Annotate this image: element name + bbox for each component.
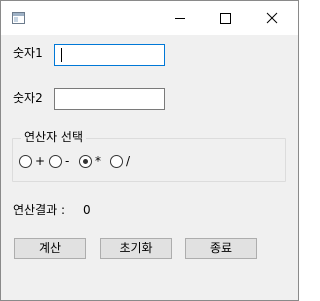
radio-selected-dot [83,159,88,164]
minimize-icon [175,18,185,19]
number1-label: 숫자1 [13,46,43,60]
text-caret [61,48,62,62]
calculate-button[interactable]: 계산 [14,238,86,259]
radio-minus-circle[interactable] [49,155,62,168]
minimize-button[interactable] [156,1,202,35]
radio-multiply-label: * [95,154,101,168]
number1-input[interactable] [54,44,165,66]
app-window: 숫자1 숫자2 연산자 선택 + - * / 연산결과: 0 계산 초기화 종… [0,0,299,301]
maximize-icon [220,13,231,24]
radio-multiply-circle[interactable] [79,155,92,168]
number2-input[interactable] [54,88,165,110]
maximize-button[interactable] [202,1,248,35]
operator-group-title: 연산자 선택 [21,130,87,144]
radio-divide-label: / [126,154,131,168]
close-icon [266,12,278,24]
radio-divide-circle[interactable] [110,155,123,168]
result-value: 0 [83,203,91,217]
radio-plus-circle[interactable] [19,155,32,168]
number2-label: 숫자2 [13,91,43,105]
result-label: 연산결과 : [13,203,66,217]
radio-minus-label: - [65,154,70,168]
form-client-area: 숫자1 숫자2 연산자 선택 + - * / 연산결과: 0 계산 초기화 종… [1,35,298,300]
reset-button[interactable]: 초기화 [100,238,172,259]
title-bar[interactable] [1,1,298,35]
radio-plus-label: + [35,154,46,168]
close-button[interactable] [249,1,295,35]
app-window-icon [12,12,25,24]
exit-button[interactable]: 종료 [185,238,257,259]
